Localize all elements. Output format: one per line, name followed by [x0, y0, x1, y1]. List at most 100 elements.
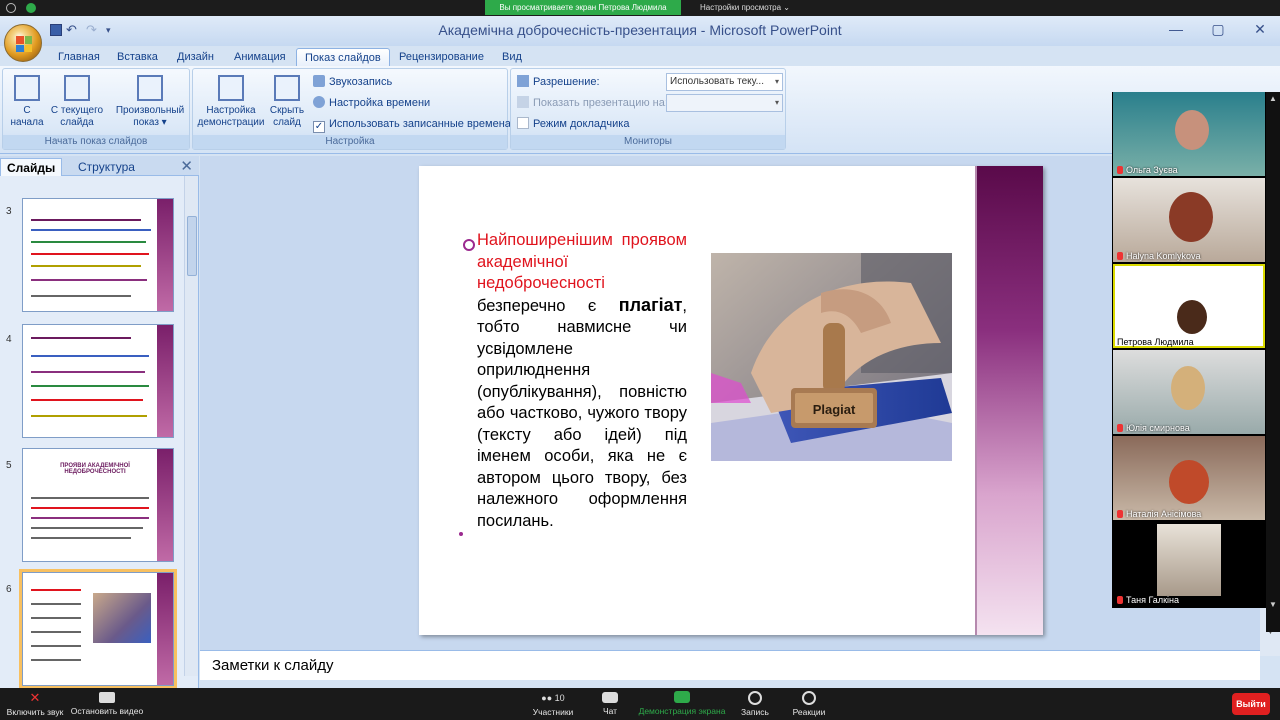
show-on-combo[interactable]: ▾	[666, 94, 783, 112]
custom-show-icon	[137, 75, 163, 101]
use-timings-checkbox[interactable]: ✓ Использовать записанные времена	[313, 116, 511, 133]
avatar	[1169, 192, 1213, 242]
avatar	[1157, 524, 1221, 596]
pane-scrollbar[interactable]	[184, 176, 198, 676]
hide-slide-button[interactable]: Скрыть слайд	[267, 75, 307, 129]
tab-home[interactable]: Главная	[58, 48, 100, 66]
participant-name: Таня Галкіна	[1126, 595, 1179, 605]
participants-scroll[interactable]: ▲ ▼	[1266, 92, 1280, 632]
checkbox-unchecked-icon	[517, 117, 529, 129]
custom-show-button[interactable]: Произвольный показ ▾	[111, 75, 189, 129]
stamp-image-icon: Plagiat	[711, 253, 952, 461]
record-narration-button[interactable]: Звукозапись	[313, 74, 392, 90]
setup-show-label2: демонстрации	[197, 117, 265, 128]
share-screen-button[interactable]: Демонстрация экрана	[638, 688, 726, 720]
group-start-slideshow: С начала С текущего слайда Произвольный …	[2, 68, 190, 150]
hide-slide-icon	[274, 75, 300, 101]
tab-slideshow[interactable]: Показ слайдов	[296, 48, 390, 66]
participant-tile[interactable]: Ольга Зуєва	[1113, 92, 1265, 176]
group-setup: Настройка демонстрации Скрыть слайд Звук…	[192, 68, 511, 150]
notes-pane[interactable]: Заметки к слайду	[200, 650, 1260, 680]
close-pane-icon[interactable]: ✕	[180, 157, 193, 175]
resolution-label-text: Разрешение:	[533, 76, 600, 88]
rehearse-timings-button[interactable]: Настройка времени	[313, 95, 430, 111]
window-controls: — ▢ ✕	[1162, 20, 1274, 38]
participant-tile[interactable]: Halyna Komlykova	[1113, 178, 1265, 262]
tab-review[interactable]: Рецензирование	[399, 48, 484, 66]
thumbnail-list: 3 4 5 ПРОЯВИ АКАДЕМІЧНОЇ НЕДОБРОЧЕСНОСТІ…	[0, 176, 183, 690]
share-screen-icon	[674, 691, 690, 703]
zoom-top-bar: Вы просматриваете экран Петрова Людмила …	[0, 0, 1280, 16]
reactions-button[interactable]: Реакции	[790, 688, 828, 720]
reactions-label: Реакции	[792, 707, 826, 717]
tab-design[interactable]: Дизайн	[177, 48, 214, 66]
from-beginning-button[interactable]: С начала	[7, 75, 47, 129]
scroll-down-icon[interactable]: ▼	[1269, 600, 1277, 609]
security-shield-icon[interactable]	[26, 3, 36, 13]
tab-animation[interactable]: Анимация	[234, 48, 286, 66]
slide-thumbnail-3[interactable]	[22, 198, 174, 312]
record-label: Запись	[741, 707, 769, 717]
slide-number: 5	[6, 460, 12, 471]
view-options-menu[interactable]: Настройки просмотра ⌄	[695, 0, 795, 15]
slides-pane: Слайды Структура ✕ 3 4 5 ПРОЯВИ АКАДЕМІЧ…	[0, 156, 199, 690]
title-bar: ↶ ↷ ▾ Академічна доброчесність-презентац…	[0, 16, 1280, 46]
custom-show-label1: Произвольный	[115, 105, 185, 116]
participant-tile[interactable]: Юлія смирнова	[1113, 350, 1265, 434]
slide-editing-area: Найпоширенішим проявом академічної недоб…	[200, 156, 1260, 656]
resolution-icon	[517, 75, 529, 87]
ribbon-tabs: Главная Вставка Дизайн Анимация Показ сл…	[0, 46, 1280, 66]
plagiat-stamp-photo[interactable]: Plagiat	[711, 253, 952, 461]
slide-thumbnail-6[interactable]	[19, 569, 177, 689]
slide-text[interactable]: Найпоширенішим проявом академічної недоб…	[477, 230, 687, 532]
clock-icon	[313, 96, 325, 108]
projector-current-icon	[64, 75, 90, 101]
hide-slide-label1: Скрыть	[269, 105, 305, 116]
leave-button[interactable]: Выйти	[1232, 693, 1270, 715]
setup-show-button[interactable]: Настройка демонстрации	[197, 75, 265, 129]
maximize-icon[interactable]: ▢	[1204, 20, 1232, 38]
notes-placeholder: Заметки к слайду	[212, 657, 334, 674]
mic-muted-icon	[1117, 252, 1123, 260]
window-title: Академічна доброчесність-презентация - M…	[438, 22, 842, 38]
record-button[interactable]: Запись	[738, 688, 772, 720]
resolution-combo[interactable]: Использовать теку... ▾	[666, 73, 783, 91]
dropdown-arrow-icon: ▾	[774, 98, 779, 107]
from-current-button[interactable]: С текущего слайда	[49, 75, 105, 129]
tab-slides[interactable]: Слайды	[0, 158, 63, 176]
info-icon[interactable]	[6, 3, 16, 13]
slide-red-text: Найпоширенішим проявом академічної недоб…	[477, 231, 687, 292]
group-setup-title: Настройка	[193, 135, 507, 149]
minimize-icon[interactable]: —	[1162, 20, 1190, 38]
chat-icon	[602, 692, 618, 703]
participants-label: Участники	[532, 707, 574, 717]
slide-thumbnail-4[interactable]	[22, 324, 174, 438]
setup-show-icon	[218, 75, 244, 101]
tab-insert[interactable]: Вставка	[117, 48, 158, 66]
chat-button[interactable]: Чат	[598, 688, 622, 720]
scroll-up-icon[interactable]: ▲	[1269, 94, 1277, 103]
slide-thumbnail-5[interactable]: ПРОЯВИ АКАДЕМІЧНОЇ НЕДОБРОЧЕСНОСТІ	[22, 448, 174, 562]
mic-muted-icon	[1117, 510, 1123, 518]
thumbnail-photo	[93, 593, 151, 643]
unmute-button[interactable]: ✕ Включить звук	[4, 688, 66, 720]
tab-outline[interactable]: Структура	[72, 158, 141, 176]
participant-tile[interactable]: Таня Галкіна	[1113, 522, 1265, 606]
avatar	[1175, 110, 1209, 150]
participants-button[interactable]: ●● 10 Участники	[530, 688, 576, 720]
thumbnail-title: ПРОЯВИ АКАДЕМІЧНОЇ НЕДОБРОЧЕСНОСТІ	[60, 463, 130, 475]
participant-tile[interactable]: Петрова Людмила	[1113, 264, 1265, 348]
participant-videos: Ольга Зуєва Halyna Komlykova Петрова Люд…	[1112, 92, 1266, 608]
office-logo-icon	[16, 36, 32, 52]
record-narration-label: Звукозапись	[329, 76, 393, 88]
presenter-view-checkbox[interactable]: Режим докладчика	[517, 116, 629, 132]
stop-video-button[interactable]: Остановить видео	[70, 688, 144, 720]
participant-tile[interactable]: Наталія Анісімова	[1113, 436, 1265, 520]
slide-bold-word: плагіат	[618, 294, 683, 315]
empty-bullet-icon	[459, 532, 463, 536]
close-icon[interactable]: ✕	[1246, 20, 1274, 38]
show-on-label: Показать презентацию на:	[517, 95, 668, 111]
tab-view[interactable]: Вид	[502, 48, 522, 66]
current-slide[interactable]: Найпоширенішим проявом академічної недоб…	[419, 166, 1043, 635]
office-button[interactable]	[4, 24, 42, 62]
